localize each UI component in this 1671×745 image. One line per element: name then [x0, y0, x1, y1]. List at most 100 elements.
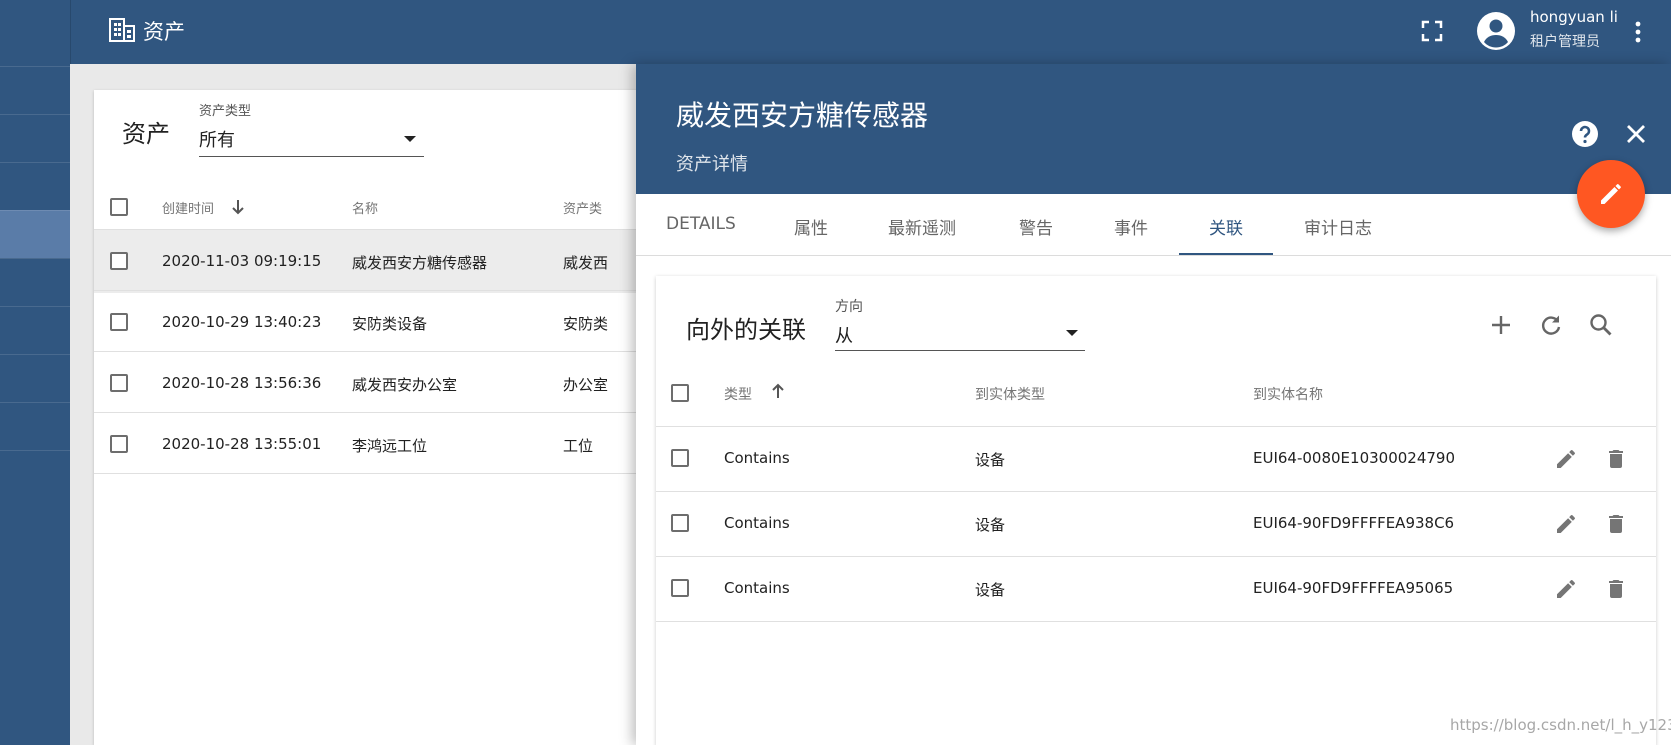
cell-relation-type: Contains: [724, 449, 790, 467]
cell-to-entity-name: EUI64-0080E10300024790: [1253, 449, 1456, 467]
table-row[interactable]: 2020-10-28 13:55:01 李鸿远工位 工位: [94, 412, 694, 476]
more-vert-icon[interactable]: [1626, 19, 1650, 45]
column-header-relation-type[interactable]: 类型: [724, 384, 752, 404]
tab-alarms[interactable]: 警告: [1019, 214, 1053, 239]
user-name: hongyuan li: [1530, 8, 1618, 26]
app-title: 资产: [143, 20, 185, 44]
tab-relations[interactable]: 关联: [1209, 214, 1243, 239]
cell-created: 2020-10-28 13:56:36: [162, 374, 322, 392]
help-icon[interactable]: [1571, 120, 1599, 148]
delete-icon[interactable]: [1604, 577, 1628, 601]
cell-to-entity-type: 设备: [975, 451, 1006, 469]
arrow-upward-icon[interactable]: [770, 382, 786, 400]
row-checkbox[interactable]: [110, 313, 128, 331]
row-checkbox[interactable]: [110, 374, 128, 392]
asset-type-filter-label: 资产类型: [199, 104, 252, 119]
sidebar-item-8[interactable]: [0, 402, 70, 450]
close-icon[interactable]: [1624, 122, 1648, 146]
arrow-downward-icon[interactable]: [230, 198, 246, 216]
cell-type: 威发西: [563, 254, 609, 272]
asset-list-title: 资产: [122, 120, 170, 148]
search-icon[interactable]: [1588, 312, 1614, 338]
column-header-type[interactable]: 资产类: [563, 198, 602, 217]
asset-type-filter-select[interactable]: 所有: [199, 126, 235, 152]
cell-created: 2020-11-03 09:19:15: [162, 252, 322, 270]
tab-latest-telemetry[interactable]: 最新遥测: [888, 214, 956, 239]
tab-details[interactable]: DETAILS: [666, 214, 736, 234]
cell-name: 威发西安方糖传感器: [352, 254, 488, 272]
refresh-icon[interactable]: [1538, 312, 1564, 338]
sidebar-item-5[interactable]: [0, 258, 70, 306]
sidebar-item-2[interactable]: [0, 114, 70, 162]
direction-underline: [835, 350, 1085, 351]
sidebar: [0, 0, 70, 745]
delete-icon[interactable]: [1604, 512, 1628, 536]
asset-details-panel: 威发西安方糖传感器 资产详情 DETAILS 属性 最新遥测 警告 事件 关联 …: [636, 64, 1671, 745]
column-header-to-entity-type[interactable]: 到实体类型: [975, 384, 1045, 404]
entity-subtitle: 资产详情: [676, 154, 748, 175]
sidebar-item-3[interactable]: [0, 162, 70, 210]
dropdown-arrow-icon[interactable]: [404, 136, 416, 142]
cell-created: 2020-10-28 13:55:01: [162, 435, 322, 453]
sidebar-item-6[interactable]: [0, 306, 70, 354]
select-all-checkbox[interactable]: [671, 384, 689, 402]
table-row[interactable]: 2020-10-28 13:56:36 威发西安办公室 办公室: [94, 351, 694, 415]
cell-to-entity-name: EUI64-90FD9FFFFEA938C6: [1253, 514, 1455, 532]
user-role: 租户管理员: [1530, 34, 1600, 50]
cell-to-entity-type: 设备: [975, 516, 1006, 534]
edit-icon[interactable]: [1554, 512, 1578, 536]
row-checkbox[interactable]: [110, 252, 128, 270]
sidebar-item-7[interactable]: [0, 354, 70, 402]
top-bar: 资产 hongyuan li 租户管理员: [70, 0, 1671, 64]
add-icon[interactable]: [1488, 312, 1514, 338]
cell-relation-type: Contains: [724, 579, 790, 597]
asset-type-filter-underline: [199, 156, 424, 157]
active-tab-indicator: [1179, 253, 1273, 255]
cell-name: 李鸿远工位: [352, 437, 428, 455]
select-all-checkbox[interactable]: [110, 198, 128, 216]
table-bottom-border: [94, 473, 694, 474]
cell-type: 安防类: [563, 315, 609, 333]
row-checkbox[interactable]: [110, 435, 128, 453]
direction-label: 方向: [835, 299, 863, 315]
cell-to-entity-type: 设备: [975, 581, 1006, 599]
cell-created: 2020-10-29 13:40:23: [162, 313, 322, 331]
entity-name: 威发西安方糖传感器: [676, 99, 929, 132]
table-row[interactable]: Contains 设备 EUI64-90FD9FFFFEA95065: [656, 556, 1656, 621]
details-header: 威发西安方糖传感器 资产详情: [636, 64, 1671, 194]
fullscreen-icon[interactable]: [1421, 20, 1443, 42]
edit-icon[interactable]: [1554, 447, 1578, 471]
cell-to-entity-name: EUI64-90FD9FFFFEA95065: [1253, 579, 1454, 597]
sidebar-item-assets[interactable]: [0, 210, 70, 258]
asset-list-card: 资产 资产类型 所有 创建时间 名称 资产类 2020-11-03 09:19:…: [94, 90, 694, 745]
row-checkbox[interactable]: [671, 514, 689, 532]
sidebar-item-9[interactable]: [0, 450, 70, 498]
edit-icon[interactable]: [1554, 577, 1578, 601]
table-bottom-border: [656, 621, 1656, 622]
row-checkbox[interactable]: [671, 579, 689, 597]
cell-name: 威发西安办公室: [352, 376, 458, 394]
delete-icon[interactable]: [1604, 447, 1628, 471]
direction-select[interactable]: 从: [835, 322, 853, 348]
table-row[interactable]: Contains 设备 EUI64-90FD9FFFFEA938C6: [656, 491, 1656, 556]
account-icon[interactable]: [1476, 11, 1516, 51]
dropdown-arrow-icon[interactable]: [1066, 330, 1078, 336]
cell-name: 安防类设备: [352, 315, 428, 333]
sidebar-item-1[interactable]: [0, 66, 70, 114]
row-checkbox[interactable]: [671, 449, 689, 467]
relations-card: 向外的关联 方向 从 类型 到实体类型 到实体名称 Contains 设备 EU…: [656, 276, 1656, 745]
tab-attributes[interactable]: 属性: [794, 214, 828, 239]
tab-events[interactable]: 事件: [1114, 214, 1148, 239]
column-header-name[interactable]: 名称: [352, 198, 378, 217]
watermark: https://blog.csdn.net/l_h_y123: [1450, 716, 1671, 734]
column-header-created[interactable]: 创建时间: [162, 198, 214, 217]
table-row[interactable]: 2020-10-29 13:40:23 安防类设备 安防类: [94, 290, 694, 354]
cell-type: 工位: [563, 437, 594, 455]
cell-relation-type: Contains: [724, 514, 790, 532]
tab-audit-logs[interactable]: 审计日志: [1304, 214, 1372, 239]
column-header-to-entity-name[interactable]: 到实体名称: [1253, 384, 1323, 404]
asset-icon: [109, 18, 135, 42]
table-row[interactable]: 2020-11-03 09:19:15 威发西安方糖传感器 威发西: [94, 229, 694, 293]
table-row[interactable]: Contains 设备 EUI64-0080E10300024790: [656, 426, 1656, 491]
cell-type: 办公室: [563, 376, 609, 394]
